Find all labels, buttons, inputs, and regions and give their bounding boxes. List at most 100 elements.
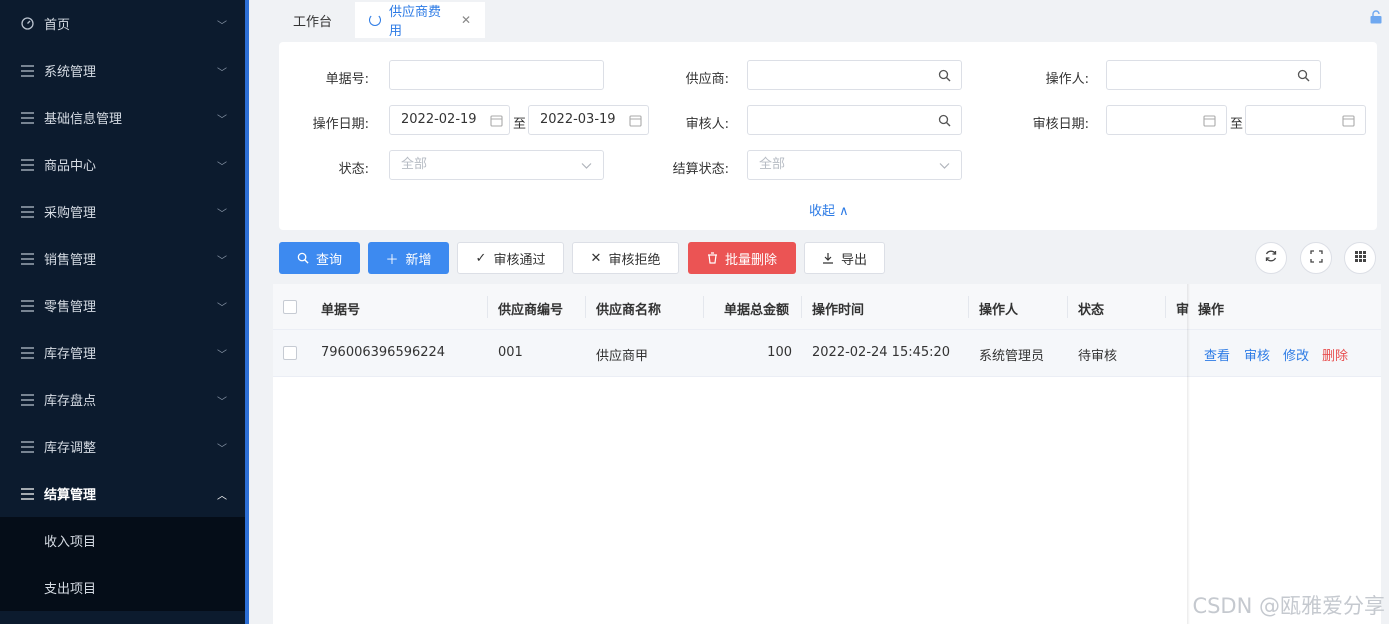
menu-icon [20, 158, 34, 172]
settle-status-select-value: 全部 [759, 157, 786, 172]
operator-input[interactable] [1106, 60, 1321, 90]
sidebar-item-products[interactable]: 商品中心 ﹀ [0, 141, 245, 188]
sidebar-item-label: 库存管理 [44, 347, 97, 362]
search-icon[interactable] [938, 69, 951, 82]
lock-icon[interactable] [1369, 10, 1383, 24]
menu-icon [20, 487, 34, 501]
sidebar-item-basic-info[interactable]: 基础信息管理 ﹀ [0, 94, 245, 141]
sidebar-item-label: 商品中心 [44, 159, 97, 174]
header-operator[interactable]: 操作人 [979, 299, 1018, 318]
op-date-label: 操作日期: [312, 117, 369, 132]
approve-button[interactable]: ✓ 审核通过 [457, 242, 564, 274]
chevron-down-icon: ﹀ [217, 162, 227, 173]
chevron-down-icon [581, 163, 592, 169]
view-link[interactable]: 查看 [1204, 345, 1230, 364]
sidebar-item-label: 销售管理 [44, 253, 97, 268]
export-button[interactable]: 导出 [804, 242, 885, 274]
plus-icon: ＋ [385, 252, 399, 268]
settle-status-select[interactable]: 全部 [747, 150, 962, 180]
sidebar-item-sales[interactable]: 销售管理 ﹀ [0, 235, 245, 282]
batch-delete-label: 批量删除 [724, 252, 777, 268]
add-button[interactable]: ＋ 新增 [368, 242, 449, 274]
menu-icon [20, 393, 34, 407]
op-date-end-value: 2022-03-19 [540, 112, 616, 127]
collapse-filter-link[interactable]: 收起 ∧ [809, 200, 849, 219]
sidebar-subitem-expense[interactable]: 支出项目 [0, 564, 245, 611]
sidebar-item-settlement[interactable]: 结算管理 ︿ [0, 470, 245, 517]
tab-supplier-expense[interactable]: 供应商费用 ✕ [355, 2, 485, 39]
sidebar-item-system[interactable]: 系统管理 ﹀ [0, 47, 245, 94]
header-status[interactable]: 状态 [1078, 299, 1104, 318]
status-select[interactable]: 全部 [389, 150, 604, 180]
column-divider [1165, 296, 1166, 318]
collapse-label: 收起 [809, 204, 836, 219]
search-icon [297, 252, 309, 264]
audit-date-end-input[interactable] [1245, 105, 1366, 135]
refresh-button[interactable] [1255, 242, 1287, 274]
menu-icon [20, 346, 34, 360]
sidebar-subitem-income[interactable]: 收入项目 [0, 517, 245, 564]
cell-supplier-name: 供应商甲 [596, 349, 649, 364]
sidebar-item-stocktake[interactable]: 库存盘点 ﹀ [0, 376, 245, 423]
menu-icon [20, 64, 34, 78]
op-date-end-input[interactable]: 2022-03-19 [528, 105, 649, 135]
sidebar-item-stock-adjust[interactable]: 库存调整 ﹀ [0, 423, 245, 470]
doc-no-input[interactable] [389, 60, 604, 90]
audit-date-start-input[interactable] [1106, 105, 1227, 135]
close-icon: ✕ [590, 250, 602, 266]
op-date-start-input[interactable]: 2022-02-19 [389, 105, 510, 135]
audit-link[interactable]: 审核 [1244, 345, 1270, 364]
header-doc-no[interactable]: 单据号 [321, 299, 360, 318]
row-checkbox[interactable] [283, 346, 297, 360]
header-supplier-code[interactable]: 供应商编号 [498, 299, 563, 318]
auditor-input[interactable] [747, 105, 962, 135]
audit-date-label: 审核日期: [1032, 117, 1089, 132]
approve-label: 审核通过 [493, 252, 546, 268]
search-icon[interactable] [938, 114, 951, 127]
column-settings-button[interactable] [1344, 242, 1376, 274]
sidebar: 首页 ﹀ 系统管理 ﹀ 基础信息管理 ﹀ 商品中心 ﹀ 采购管理 ﹀ 销售管理 … [0, 0, 245, 624]
sidebar-item-home[interactable]: 首页 ﹀ [0, 0, 245, 47]
tab-workbench[interactable]: 工作台 [279, 2, 351, 38]
header-total[interactable]: 单据总金额 [724, 299, 789, 318]
chevron-down-icon: ﹀ [217, 303, 227, 314]
grid-icon [1354, 250, 1367, 267]
chevron-down-icon: ﹀ [217, 444, 227, 455]
range-separator: 至 [1230, 117, 1244, 132]
batch-delete-button[interactable]: 批量删除 [688, 242, 796, 274]
tab-bar: 工作台 供应商费用 ✕ [249, 0, 1389, 39]
select-all-checkbox[interactable] [283, 300, 297, 314]
add-label: 新增 [405, 252, 432, 268]
fullscreen-button[interactable] [1300, 242, 1332, 274]
sidebar-item-label: 库存调整 [44, 441, 97, 456]
chevron-up-icon: ∧ [835, 204, 849, 219]
sidebar-item-label: 零售管理 [44, 300, 97, 315]
main-area: 工作台 供应商费用 ✕ 单据号: 供应商: 操作人: 操作日期: 2022-02… [249, 0, 1389, 624]
header-supplier-name[interactable]: 供应商名称 [596, 299, 661, 318]
sidebar-item-label: 基础信息管理 [44, 112, 123, 127]
supplier-input[interactable] [747, 60, 962, 90]
sidebar-item-retail[interactable]: 零售管理 ﹀ [0, 282, 245, 329]
column-divider [968, 296, 969, 318]
chevron-down-icon: ﹀ [217, 397, 227, 408]
chevron-down-icon: ﹀ [217, 350, 227, 361]
menu-icon [20, 111, 34, 125]
range-separator: 至 [513, 117, 527, 132]
sidebar-item-purchase[interactable]: 采购管理 ﹀ [0, 188, 245, 235]
close-icon[interactable]: ✕ [461, 13, 471, 27]
header-actions: 操作 [1198, 303, 1225, 318]
menu-icon [20, 252, 34, 266]
header-op-time[interactable]: 操作时间 [812, 299, 864, 318]
edit-link[interactable]: 修改 [1283, 345, 1309, 364]
sidebar-item-label: 结算管理 [44, 488, 97, 503]
query-button[interactable]: 查询 [279, 242, 360, 274]
sidebar-item-inventory[interactable]: 库存管理 ﹀ [0, 329, 245, 376]
chevron-down-icon [939, 163, 950, 169]
sidebar-item-label: 采购管理 [44, 206, 97, 221]
data-table: 单据号 供应商编号 供应商名称 单据总金额 操作时间 操作人 状态 审 操作 7… [273, 284, 1381, 624]
search-icon[interactable] [1297, 69, 1310, 82]
delete-link[interactable]: 删除 [1322, 345, 1348, 364]
reject-button[interactable]: ✕ 审核拒绝 [572, 242, 679, 274]
loading-icon [369, 14, 381, 26]
table-row[interactable]: 796006396596224 001 供应商甲 100 2022-02-24 … [273, 330, 1381, 377]
